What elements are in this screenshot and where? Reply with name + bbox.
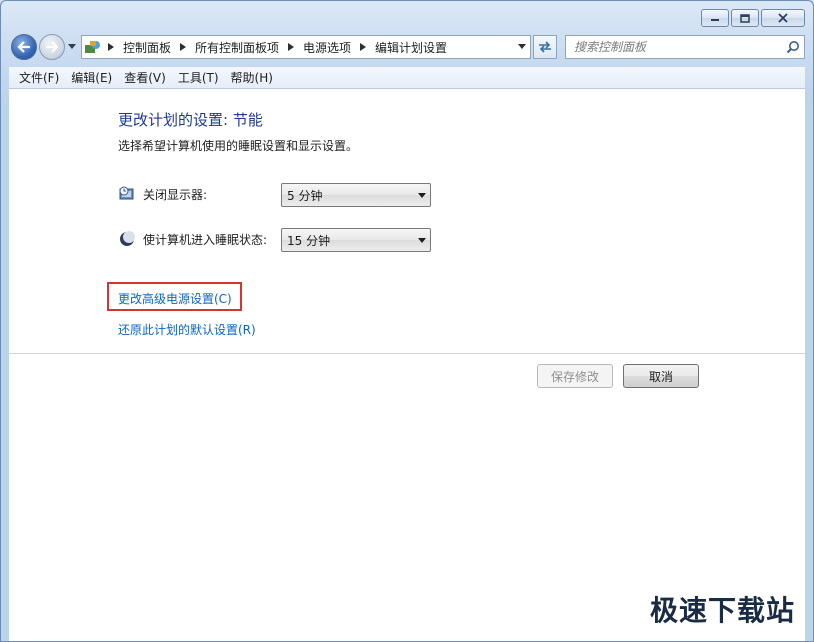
menu-tools[interactable]: 工具(T)	[172, 69, 225, 86]
refresh-icon	[539, 41, 551, 53]
sleep-select[interactable]: 15 分钟	[281, 228, 431, 252]
watermark-logo: 极速下载站	[649, 594, 795, 627]
chevron-down-icon	[518, 44, 526, 49]
page-subtitle: 选择希望计算机使用的睡眠设置和显示设置。	[118, 139, 359, 153]
cancel-button[interactable]: 取消	[623, 364, 699, 388]
menu-file[interactable]: 文件(F)	[13, 69, 65, 86]
control-panel-window: 控制面板 所有控制面板项 电源选项 编辑计划设置 文件(F) 编辑(E)	[0, 0, 814, 642]
divider	[9, 353, 805, 354]
address-dropdown-button[interactable]	[514, 36, 530, 58]
breadcrumb: 控制面板 所有控制面板项 电源选项 编辑计划设置	[104, 39, 452, 56]
search-input[interactable]	[566, 40, 782, 54]
restore-defaults-link[interactable]: 还原此计划的默认设置(R)	[118, 321, 256, 338]
menu-edit[interactable]: 编辑(E)	[65, 69, 118, 86]
refresh-button[interactable]	[533, 35, 557, 59]
back-button[interactable]	[11, 34, 37, 60]
breadcrumb-arrow-icon[interactable]	[176, 43, 190, 51]
chevron-down-icon	[414, 237, 430, 243]
display-off-row: 关闭显示器:	[118, 185, 207, 203]
recent-pages-button[interactable]	[67, 42, 77, 52]
chevron-down-icon	[68, 44, 76, 49]
display-off-select[interactable]: 5 分钟	[281, 183, 431, 207]
breadcrumb-arrow-icon[interactable]	[284, 43, 298, 51]
forward-button[interactable]	[39, 34, 65, 60]
breadcrumb-item[interactable]: 电源选项	[298, 39, 356, 56]
navigation-bar: 控制面板 所有控制面板项 电源选项 编辑计划设置	[9, 33, 805, 61]
menu-view[interactable]: 查看(V)	[118, 69, 172, 86]
caption-buttons	[699, 9, 805, 27]
maximize-icon	[740, 13, 750, 23]
maximize-button[interactable]	[731, 9, 759, 27]
save-changes-button[interactable]: 保存修改	[537, 364, 613, 388]
sleep-label: 使计算机进入睡眠状态:	[143, 232, 268, 247]
breadcrumb-arrow-icon[interactable]	[104, 43, 118, 51]
breadcrumb-item[interactable]: 控制面板	[118, 39, 176, 56]
chevron-down-icon	[414, 192, 430, 198]
moon-icon	[118, 230, 136, 248]
sleep-row: 使计算机进入睡眠状态:	[118, 230, 267, 248]
address-bar[interactable]: 控制面板 所有控制面板项 电源选项 编辑计划设置	[81, 35, 531, 59]
display-off-label: 关闭显示器:	[143, 187, 208, 202]
arrow-left-icon	[17, 41, 30, 53]
minimize-icon	[711, 19, 719, 21]
page-title: 更改计划的设置: 节能	[118, 111, 263, 129]
search-box	[565, 35, 805, 59]
breadcrumb-item[interactable]: 所有控制面板项	[190, 39, 284, 56]
close-button[interactable]	[761, 9, 805, 27]
search-icon[interactable]	[782, 40, 804, 54]
minimize-button[interactable]	[701, 9, 729, 27]
menu-help[interactable]: 帮助(H)	[225, 69, 279, 86]
menu-bar: 文件(F) 编辑(E) 查看(V) 工具(T) 帮助(H)	[9, 67, 805, 89]
content-pane: 更改计划的设置: 节能 选择希望计算机使用的睡眠设置和显示设置。 关闭显示器: …	[9, 89, 805, 641]
breadcrumb-arrow-icon[interactable]	[356, 43, 370, 51]
control-panel-icon	[82, 36, 104, 58]
close-icon	[778, 13, 788, 23]
sleep-value: 15 分钟	[287, 233, 331, 248]
advanced-power-settings-link[interactable]: 更改高级电源设置(C)	[118, 290, 232, 307]
arrow-right-icon	[46, 41, 59, 53]
display-off-value: 5 分钟	[287, 188, 323, 203]
breadcrumb-item[interactable]: 编辑计划设置	[370, 39, 452, 56]
monitor-clock-icon	[118, 185, 136, 203]
